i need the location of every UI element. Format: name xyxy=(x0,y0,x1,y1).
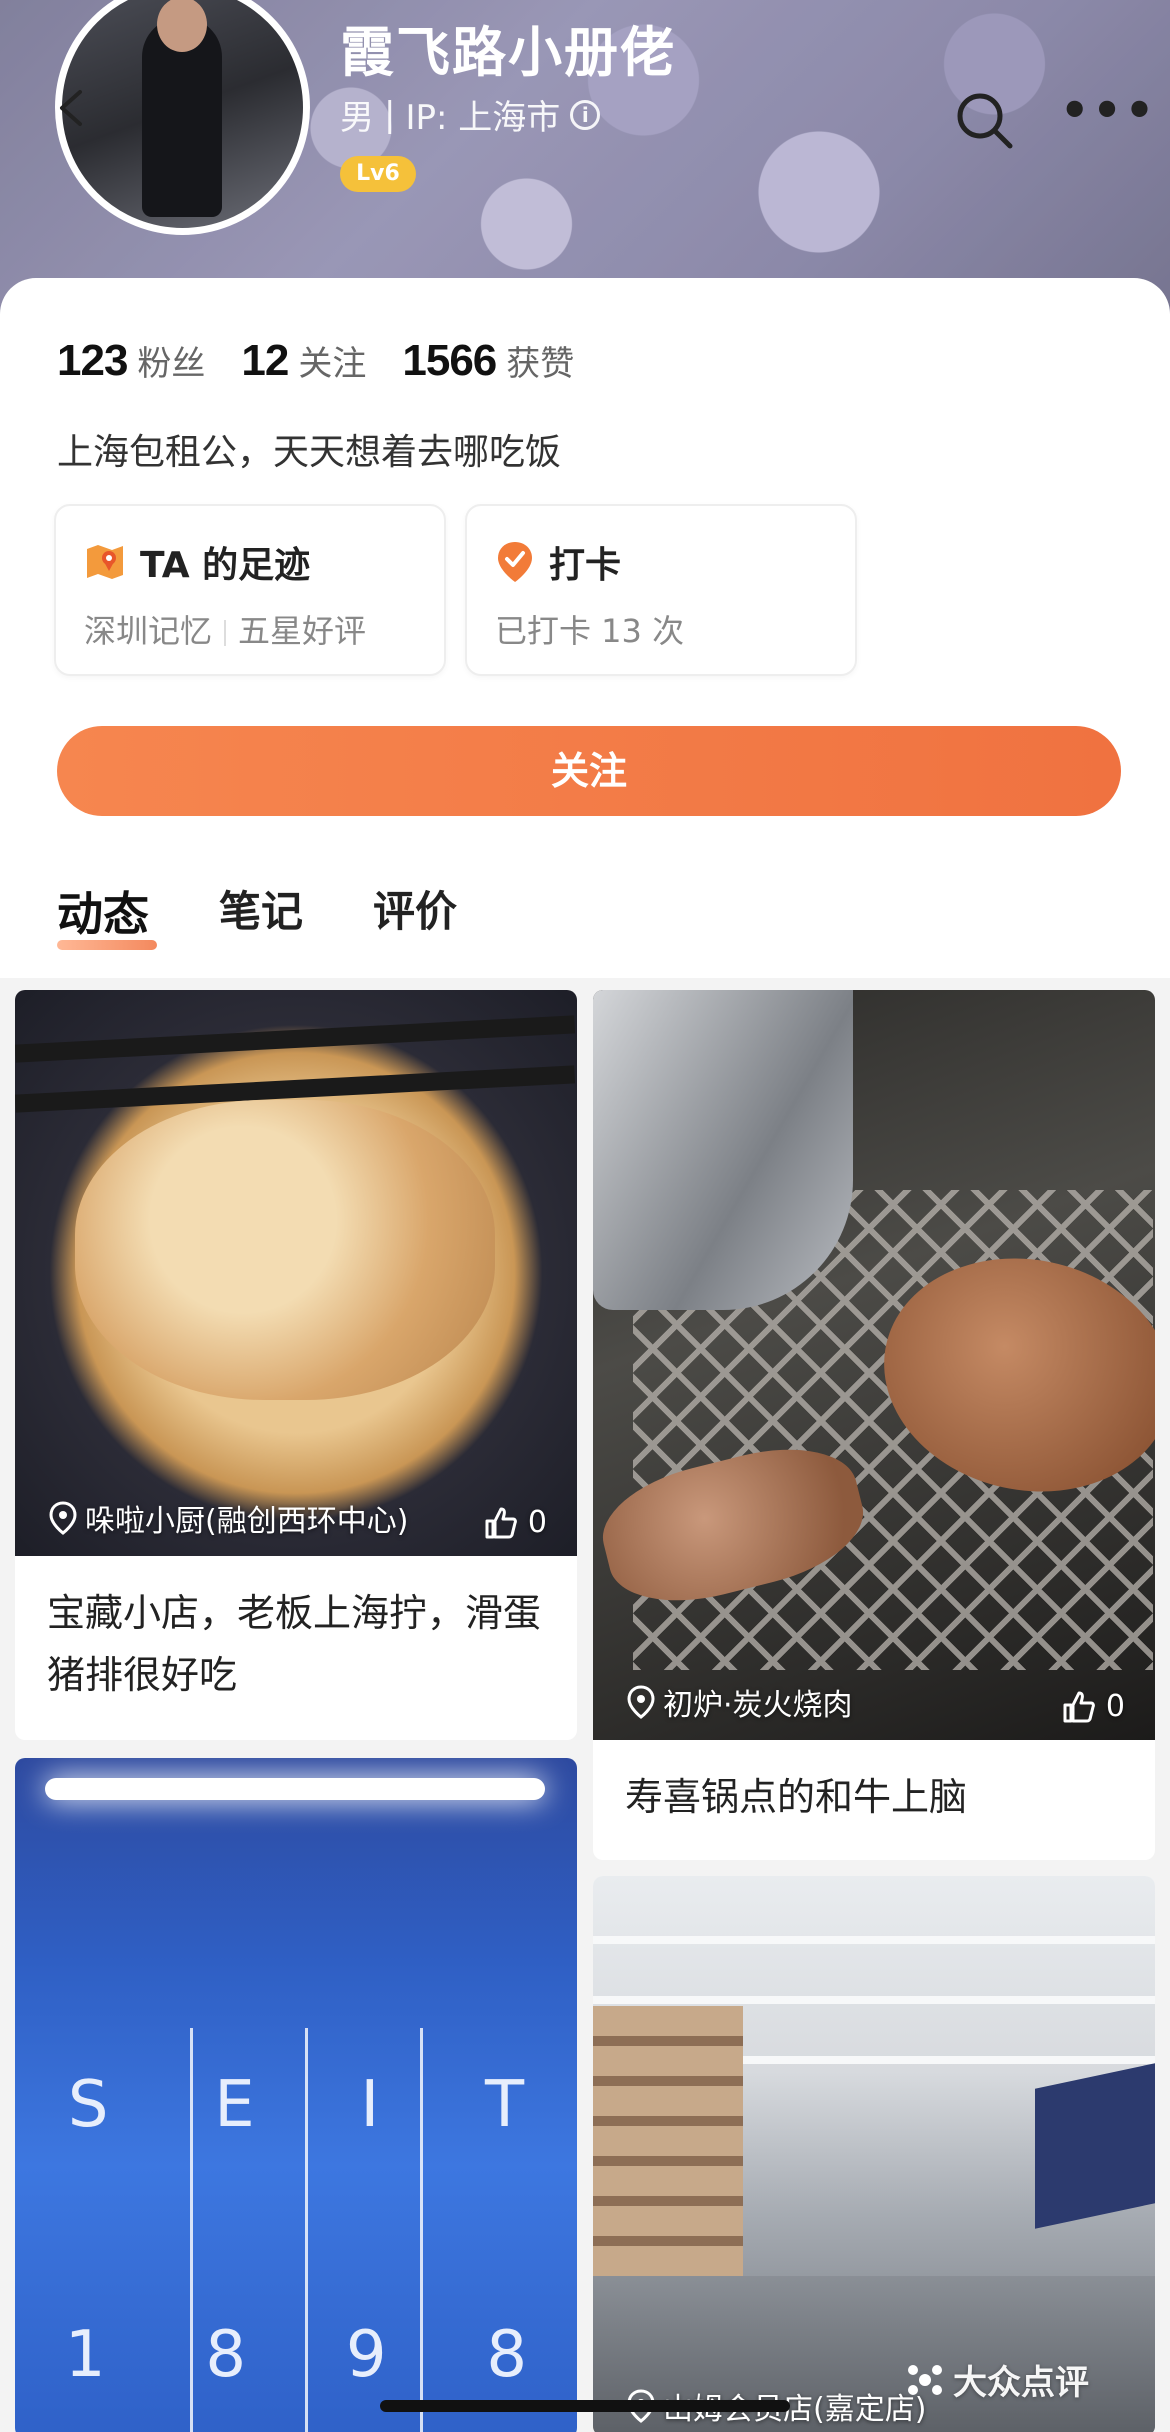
followers-label: 粉丝 xyxy=(137,344,206,384)
location-pin-icon xyxy=(49,1501,77,1535)
store-banner xyxy=(1035,2063,1155,2229)
sign-letter: T xyxy=(485,2068,525,2142)
sign-letter: S xyxy=(67,2068,109,2142)
profile-meta: 男 | IP: 上海市 i xyxy=(340,90,601,139)
checkin-card[interactable]: 打卡 已打卡 13 次 xyxy=(465,504,857,676)
location-text: 初炉·炭火烧肉 xyxy=(663,1688,853,1723)
feed-card-title: 寿喜锅点的和牛上脑 xyxy=(625,1775,968,1819)
checkin-title-label: 打卡 xyxy=(549,545,622,586)
location-tag[interactable]: 初炉·炭火烧肉 xyxy=(627,1680,853,1724)
following-label: 关注 xyxy=(298,344,367,384)
like-count: 0 xyxy=(527,1505,547,1540)
ceiling-light xyxy=(45,1778,545,1800)
footprint-tag-2: 五星好评 xyxy=(238,612,367,650)
sign-digit: 8 xyxy=(486,2318,528,2392)
sign-letters: S E I T xyxy=(15,2068,577,2142)
sign-letter: E xyxy=(214,2068,255,2142)
feed-photo[interactable]: 初炉·炭火烧肉 0 xyxy=(593,990,1155,1740)
tab-activity[interactable]: 动态 xyxy=(57,878,157,950)
stat-likes[interactable]: 1566 获赞 xyxy=(402,336,574,386)
thumbs-up-icon xyxy=(485,1507,517,1538)
like-button[interactable]: 0 xyxy=(484,1505,547,1540)
grill-lid xyxy=(593,990,853,1310)
profile-name: 霞飞路小册佬 xyxy=(340,21,676,84)
footprint-card[interactable]: TA 的足迹 深圳记忆 五星好评 xyxy=(54,504,446,676)
checkin-pin-icon xyxy=(498,542,532,582)
profile-card: 123 粉丝 12 关注 1566 获赞 上海包租公，天天想着去哪吃饭 TA 的… xyxy=(0,278,1170,978)
info-icon[interactable]: i xyxy=(570,99,601,130)
map-icon xyxy=(87,545,123,579)
sign-digit: 9 xyxy=(345,2318,387,2392)
bio-text: 上海包租公，天天想着去哪吃饭 xyxy=(57,432,562,473)
footprint-title: TA 的足迹 xyxy=(84,536,310,588)
ceiling-beam xyxy=(593,1936,1155,1944)
tab-reviews[interactable]: 评价 xyxy=(373,878,457,944)
divider xyxy=(224,620,227,646)
back-arrow-icon[interactable] xyxy=(52,88,92,128)
stat-following[interactable]: 12 关注 xyxy=(241,336,366,386)
feed-photo[interactable]: 山姆会员店(嘉定店) xyxy=(593,1876,1155,2432)
checkin-title: 打卡 xyxy=(495,536,621,588)
location-pin-icon xyxy=(627,1685,655,1719)
feed-card[interactable]: 山姆会员店(嘉定店) xyxy=(593,1876,1155,2432)
tab-notes[interactable]: 笔记 xyxy=(219,878,303,944)
feed-card[interactable]: 初炉·炭火烧肉 0 寿喜锅点的和牛上脑 xyxy=(593,990,1155,1860)
profile-tabs: 动态 笔记 评价 xyxy=(57,878,457,950)
app-watermark: 大众点评 xyxy=(905,2355,1089,2404)
footprint-subtitle: 深圳记忆 五星好评 xyxy=(84,606,366,652)
feed-card[interactable]: S E I T 1 8 9 8 xyxy=(15,1758,577,2432)
chopstick xyxy=(15,1015,576,1063)
like-count: 0 xyxy=(1105,1689,1125,1724)
food-cutlet xyxy=(75,1100,495,1400)
sign-digit: 8 xyxy=(205,2318,247,2392)
stat-followers[interactable]: 123 粉丝 xyxy=(57,336,205,386)
location-text: 哚啦小厨(融创西环中心) xyxy=(85,1504,409,1539)
footprint-tag-1: 深圳记忆 xyxy=(84,612,213,650)
sign-letter: I xyxy=(360,2068,380,2142)
footprint-title-label: TA 的足迹 xyxy=(140,545,311,586)
likes-label: 获赞 xyxy=(506,344,575,384)
followers-count: 123 xyxy=(57,336,128,385)
follow-button[interactable]: 关注 xyxy=(57,726,1121,816)
feed-photo[interactable]: 哚啦小厨(融创西环中心) 0 xyxy=(15,990,577,1556)
location-tag[interactable]: 哚啦小厨(融创西环中心) xyxy=(49,1496,408,1540)
gender-label: 男 xyxy=(340,98,374,138)
following-count: 12 xyxy=(241,336,289,385)
feed-photo[interactable]: S E I T 1 8 9 8 xyxy=(15,1758,577,2432)
checkin-count: 已打卡 13 次 xyxy=(495,612,685,650)
sign-digit: 1 xyxy=(64,2318,106,2392)
likes-count: 1566 xyxy=(402,336,497,385)
ip-location: IP: 上海市 xyxy=(405,98,561,138)
watermark-text: 大众点评 xyxy=(953,2363,1089,2403)
meta-divider: | xyxy=(384,94,396,135)
dianping-logo-icon xyxy=(908,2364,942,2395)
more-options-icon[interactable]: ••• xyxy=(1060,87,1154,140)
like-button[interactable]: 0 xyxy=(1062,1689,1125,1724)
feed-card-title: 宝藏小店，老板上海拧，滑蛋猪排很好吃 xyxy=(47,1591,542,1697)
profile-stats: 123 粉丝 12 关注 1566 获赞 xyxy=(57,336,588,386)
home-indicator[interactable] xyxy=(380,2400,790,2412)
feed-card[interactable]: 哚啦小厨(融创西环中心) 0 宝藏小店，老板上海拧，滑蛋猪排很好吃 xyxy=(15,990,577,1740)
search-icon[interactable] xyxy=(950,86,1020,156)
ceiling-beam xyxy=(593,1996,1155,2004)
sign-digits: 1 8 9 8 xyxy=(15,2318,577,2392)
level-badge: Lv6 xyxy=(340,156,416,192)
thumbs-up-icon xyxy=(1063,1691,1095,1722)
